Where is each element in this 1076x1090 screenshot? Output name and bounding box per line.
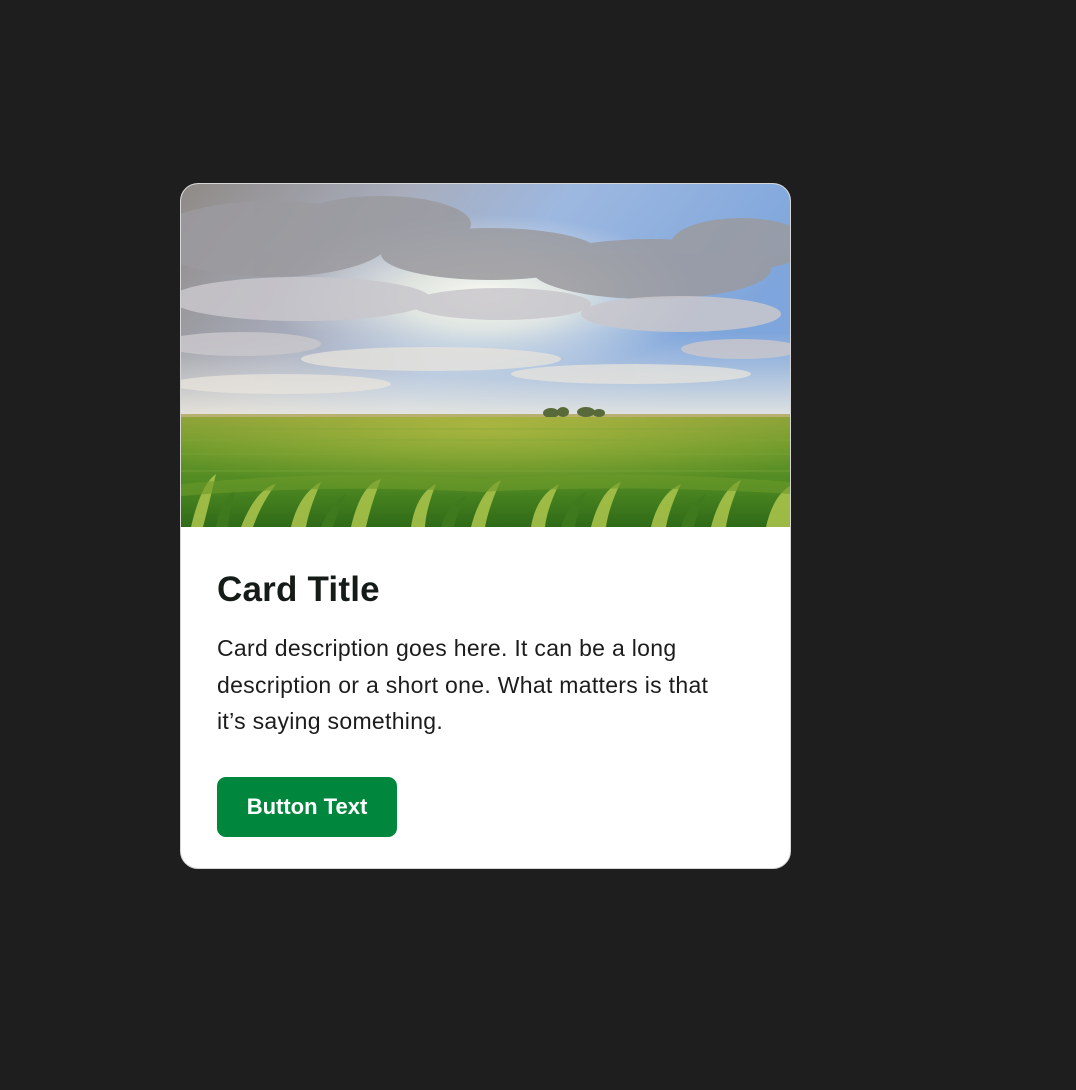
card-action-button[interactable]: Button Text	[217, 776, 397, 837]
card-body: Card Title Card description goes here. I…	[181, 570, 790, 837]
card: Card Title Card description goes here. I…	[180, 183, 791, 869]
card-title: Card Title	[217, 570, 380, 609]
card-description: Card description goes here. It can be a …	[217, 635, 709, 734]
card-image	[181, 184, 790, 527]
